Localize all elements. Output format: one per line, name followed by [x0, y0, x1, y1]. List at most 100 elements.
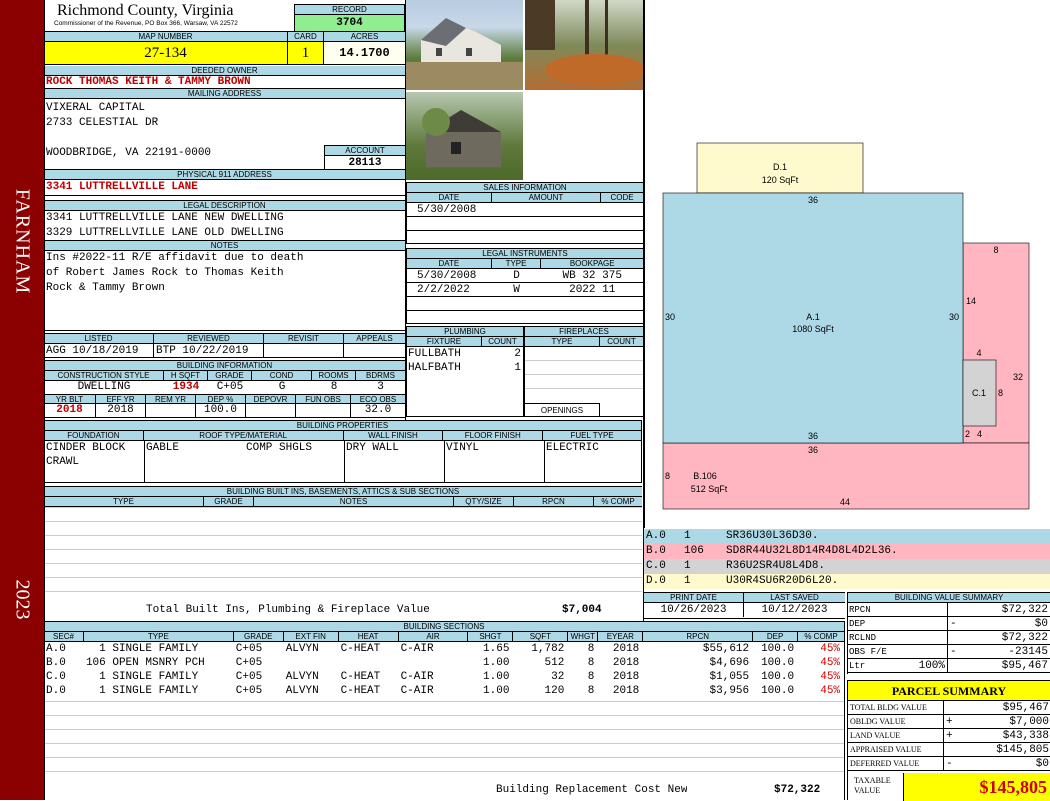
bvs-ltr-value: $95,467	[1001, 660, 1048, 672]
roof-header: ROOF TYPE/MATERIAL	[144, 431, 344, 440]
sec-sqft-header: SQFT	[513, 632, 569, 641]
fp-type-header: TYPE	[525, 337, 600, 346]
bvs-dep-value: $0	[1034, 618, 1048, 630]
building-properties: BUILDING PROPERTIES FOUNDATION ROOF TYPE…	[44, 420, 642, 483]
sections-total-value: $72,322	[774, 784, 821, 796]
d1-area: 120 SqFt	[762, 175, 799, 185]
dim-c-2: 2	[965, 429, 970, 439]
sales-label: SALES INFORMATION	[407, 183, 643, 193]
dim-pink-top: 8	[993, 245, 998, 255]
bvs-obs-label: OBS F/E	[848, 645, 948, 658]
section-sqft: 120	[544, 685, 565, 697]
roof-1: GABLE	[146, 442, 180, 454]
section-shgt: 1.65	[483, 643, 510, 655]
section-type: 1 SINGLE FAMILY	[85, 685, 199, 697]
code-a-key: A.0	[646, 530, 666, 542]
dim-c-right: 8	[998, 388, 1003, 398]
building-info-label: BUILDING INFORMATION	[44, 360, 405, 371]
section-sec: B.0	[46, 657, 66, 669]
fireplaces-table: FIREPLACES TYPE COUNT OPENINGS	[524, 326, 643, 417]
foundation-2: CRAWL	[46, 456, 80, 468]
section-rpcn: $55,612	[702, 643, 750, 655]
legal-label: LEGAL DESCRIPTION	[44, 201, 405, 211]
builtins-total-value: $7,004	[562, 604, 602, 616]
section-whgt: 8	[587, 685, 595, 697]
parcel-summary-title: PARCEL SUMMARY	[848, 681, 1050, 701]
bvs-rpcn-value: $72,322	[1001, 604, 1048, 616]
section-comp: 45%	[820, 657, 841, 669]
ecoobs-value: 32.0	[364, 404, 392, 416]
section-ext: ALVYN	[285, 685, 319, 697]
dim-a-left: 30	[665, 312, 675, 322]
section-sqft: 32	[551, 671, 565, 683]
account-label: ACCOUNT	[325, 146, 405, 156]
sec-air-header: AIR	[399, 632, 469, 641]
funobs-value	[296, 404, 351, 417]
section-type: 106 OPEN MSNRY PCH	[85, 657, 205, 669]
revisit-header: REVISIT	[264, 334, 344, 343]
section-rpcn: $3,956	[709, 685, 750, 697]
sales-amount-header: AMOUNT	[492, 193, 602, 202]
district-name: FARNHAM	[11, 188, 34, 295]
sections-total-label: Building Replacement Cost New	[496, 784, 688, 796]
code-d-vector: U30R4SU6R20D6L20.	[726, 575, 839, 587]
parcel-land-sign: +	[946, 730, 953, 742]
reviewed-header: REVIEWED	[154, 334, 264, 343]
depovr-value	[246, 404, 296, 417]
last-saved-date: 10/12/2023	[761, 604, 828, 616]
taxable-label-1: TAXABLE	[854, 776, 891, 785]
code-b-num: 106	[684, 545, 704, 557]
year-label: 2023	[11, 579, 34, 620]
house-photo-icon	[406, 18, 523, 90]
inst-2-book: 2022 11	[569, 284, 616, 296]
fuel-header: FUEL TYPE	[570, 431, 614, 440]
section-air: C-AIR	[400, 643, 434, 655]
sec-whgt-header: WHGT	[568, 632, 599, 641]
parcel-deferred-label: DEFERRED VALUE	[848, 757, 944, 770]
a1-label: A.1	[806, 312, 820, 322]
owner-label: DEEDED OWNER	[44, 66, 405, 76]
notes-line-2: of Robert James Rock to Thomas Keith	[46, 267, 284, 279]
props-label: BUILDING PROPERTIES	[44, 421, 641, 431]
style-value: DWELLING	[77, 381, 131, 393]
section-comp: 45%	[820, 643, 841, 655]
ecoobs-header: ECO OBS	[359, 395, 397, 403]
dim-a-right: 30	[949, 312, 959, 322]
parcel-deferred-value: $0	[1035, 758, 1049, 770]
appeals-header: APPEALS	[356, 334, 393, 343]
sec-eyear-header: EYEAR	[598, 632, 644, 641]
sketch-codes: A.0 1 SR36U30L36D30. B.0 106 SD8R44U32L8D14R…	[644, 529, 1050, 589]
bvs-ltr-label: Ltr	[849, 661, 866, 671]
inst-2-date: 2/2/2022	[417, 284, 470, 296]
dim-b-bottom: 44	[840, 497, 850, 507]
record-box: RECORD 3704	[294, 4, 405, 31]
section-shgt: 1.00	[483, 657, 510, 669]
sec-grade-header: GRADE	[234, 632, 284, 641]
style-header: CONSTRUCTION STYLE	[44, 371, 164, 380]
floor-header: FLOOR FINISH	[443, 431, 544, 440]
bdrms-header: BDRMS	[366, 371, 395, 380]
section-eyear: 2018	[612, 643, 640, 655]
dim-d-bottom: 36	[808, 195, 818, 205]
dim-b-top: 36	[808, 445, 818, 455]
grade-header: GRADE	[208, 371, 252, 380]
listed-value: AGG 10/18/2019	[44, 344, 154, 357]
parcel-obldg-sign: +	[946, 716, 953, 728]
cond-header: COND	[252, 371, 312, 380]
bvs-rclnd-value: $72,322	[1001, 632, 1048, 644]
legal-line-1: 3341 LUTTRELLVILLE LANE NEW DWELLING	[46, 212, 284, 224]
d1-label: D.1	[773, 162, 787, 172]
rooms-header: ROOMS	[312, 371, 356, 380]
cond-value: G	[278, 381, 286, 393]
fp-count-header: COUNT	[607, 337, 636, 346]
bvs-obs-sign: -	[950, 646, 956, 658]
hsqft-header: H SQFT	[164, 371, 208, 380]
section-sec: C.0	[46, 671, 66, 683]
foundation-header: FOUNDATION	[44, 431, 144, 440]
owner-name: ROCK THOMAS KEITH & TAMMY BROWN	[46, 76, 251, 88]
section-air: C-AIR	[400, 671, 434, 683]
dim-c-4: 4	[977, 429, 982, 439]
legal-line-2: 3329 LUTTRELLVILLE LANE OLD DWELLING	[46, 227, 284, 239]
parcel-land-value: $43,338	[1002, 730, 1049, 742]
record-label: RECORD	[295, 5, 404, 15]
